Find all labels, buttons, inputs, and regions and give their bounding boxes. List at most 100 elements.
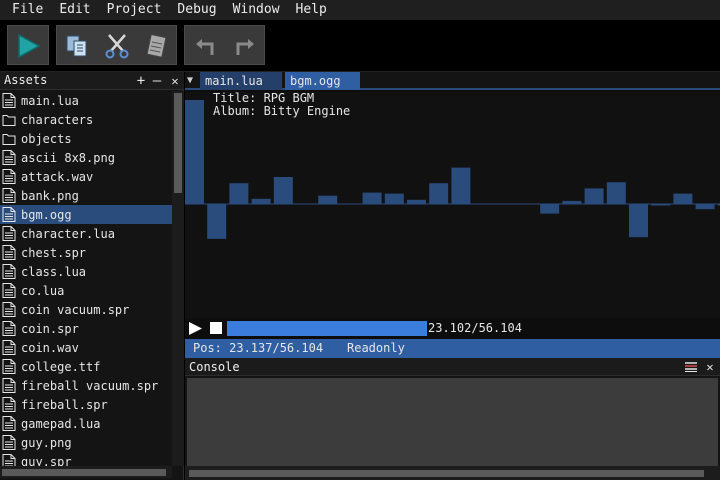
paste-button[interactable] <box>137 26 177 66</box>
menu-edit[interactable]: Edit <box>51 0 98 20</box>
copy-button[interactable] <box>57 26 97 66</box>
waveform-bar <box>229 183 249 204</box>
asset-item-label: characters <box>21 112 94 127</box>
audio-album: Album: Bitty Engine <box>213 104 351 118</box>
redo-button[interactable] <box>225 26 265 66</box>
audio-view: Title: RPG BGM Album: Bitty Engine <box>185 92 720 318</box>
file-icon <box>2 245 16 260</box>
file-icon <box>2 188 16 203</box>
console-header: Console ✕ <box>185 358 720 376</box>
waveform <box>185 100 720 239</box>
menu-file[interactable]: File <box>4 0 51 20</box>
close-assets-button[interactable]: ✕ <box>168 72 182 90</box>
waveform-bar <box>651 204 671 206</box>
asset-item[interactable]: guy.spr <box>0 452 172 466</box>
folder-icon <box>2 134 16 145</box>
audio-metadata: Title: RPG BGM Album: Bitty Engine <box>213 92 350 118</box>
undo-button[interactable] <box>185 26 225 66</box>
asset-vertical-scroll-thumb[interactable] <box>174 93 182 193</box>
console-horizontal-scrollbar[interactable] <box>185 466 720 480</box>
file-icon <box>2 150 16 165</box>
asset-vertical-scrollbar[interactable] <box>172 91 184 466</box>
file-icon <box>2 378 16 393</box>
file-icon <box>2 397 16 412</box>
asset-item-label: chest.spr <box>21 245 87 260</box>
menu-project[interactable]: Project <box>99 0 170 20</box>
readonly-label: Readonly <box>347 341 405 355</box>
asset-item[interactable]: bgm.ogg <box>0 205 172 224</box>
waveform-bar <box>318 195 338 204</box>
asset-item[interactable]: ascii 8x8.png <box>0 148 172 167</box>
tab-main-lua[interactable]: main.lua <box>200 72 282 90</box>
asset-item-label: objects <box>21 131 72 146</box>
remove-asset-button[interactable]: — <box>150 72 164 90</box>
asset-item[interactable]: chest.spr <box>0 243 172 262</box>
file-icon <box>2 207 16 222</box>
waveform-bar <box>451 167 471 204</box>
asset-item[interactable]: attack.wav <box>0 167 172 186</box>
stop-audio-button[interactable] <box>210 322 222 334</box>
waveform-bar <box>362 192 382 204</box>
cut-icon <box>105 34 129 59</box>
asset-item[interactable]: coin vacuum.spr <box>0 300 172 319</box>
asset-horizontal-scroll-thumb[interactable] <box>2 469 166 476</box>
asset-item[interactable]: coin.spr <box>0 319 172 338</box>
waveform-bar <box>562 200 582 204</box>
tab-list-arrow-icon[interactable]: ▼ <box>187 75 199 87</box>
asset-horizontal-scrollbar[interactable] <box>0 466 172 478</box>
add-asset-button[interactable]: + <box>134 72 148 90</box>
console-horizontal-scroll-thumb[interactable] <box>189 470 704 477</box>
asset-item-label: fireball.spr <box>21 397 108 412</box>
waveform-bar <box>629 204 648 238</box>
tab-bar: ▼ main.lua bgm.ogg <box>185 72 720 90</box>
asset-item[interactable]: character.lua <box>0 224 172 243</box>
redo-icon <box>236 39 254 55</box>
asset-item[interactable]: college.ttf <box>0 357 172 376</box>
asset-item-label: coin.spr <box>21 321 79 336</box>
asset-item-label: main.lua <box>21 93 79 108</box>
waveform-bar <box>540 204 560 214</box>
copy-icon <box>66 35 87 57</box>
play-audio-button[interactable] <box>189 322 202 335</box>
asset-item-label: coin.wav <box>21 340 79 355</box>
asset-item-label: co.lua <box>21 283 65 298</box>
waveform-bar <box>273 177 293 204</box>
file-icon <box>2 359 16 374</box>
waveform-bar <box>384 193 404 204</box>
audio-player: 23.102/56.104 <box>185 318 720 338</box>
run-button[interactable] <box>8 26 48 66</box>
menu-debug[interactable]: Debug <box>169 0 224 20</box>
clear-console-icon[interactable] <box>685 362 697 372</box>
waveform-bar <box>251 198 271 204</box>
asset-item[interactable]: fireball.spr <box>0 395 172 414</box>
asset-item[interactable]: co.lua <box>0 281 172 300</box>
asset-item-label: ascii 8x8.png <box>21 150 115 165</box>
waveform-bar <box>185 100 204 204</box>
position-label: Pos: 23.137/56.104 <box>193 341 324 355</box>
asset-item[interactable]: coin.wav <box>0 338 172 357</box>
assets-title: Assets <box>4 73 48 87</box>
status-bar: Pos: 23.137/56.104 Readonly <box>185 339 720 358</box>
asset-item[interactable]: characters <box>0 110 172 129</box>
asset-item-label: bgm.ogg <box>21 207 72 222</box>
asset-item-label: bank.png <box>21 188 79 203</box>
console-title: Console <box>189 360 240 374</box>
asset-item[interactable]: bank.png <box>0 186 172 205</box>
menu-help[interactable]: Help <box>288 0 335 20</box>
tab-bgm-ogg[interactable]: bgm.ogg <box>285 72 360 90</box>
playback-progress-bar[interactable] <box>227 321 427 336</box>
cut-button[interactable] <box>97 26 137 66</box>
file-icon <box>2 169 16 184</box>
asset-item[interactable]: fireball vacuum.spr <box>0 376 172 395</box>
waveform-bar <box>207 204 227 239</box>
file-icon <box>2 454 16 466</box>
asset-item[interactable]: objects <box>0 129 172 148</box>
console-output[interactable] <box>187 378 718 466</box>
asset-item[interactable]: gamepad.lua <box>0 414 172 433</box>
play-icon <box>189 322 202 335</box>
asset-item[interactable]: guy.png <box>0 433 172 452</box>
close-console-button[interactable]: ✕ <box>703 358 717 376</box>
menu-window[interactable]: Window <box>225 0 288 20</box>
asset-item[interactable]: class.lua <box>0 262 172 281</box>
asset-item[interactable]: main.lua <box>0 91 172 110</box>
